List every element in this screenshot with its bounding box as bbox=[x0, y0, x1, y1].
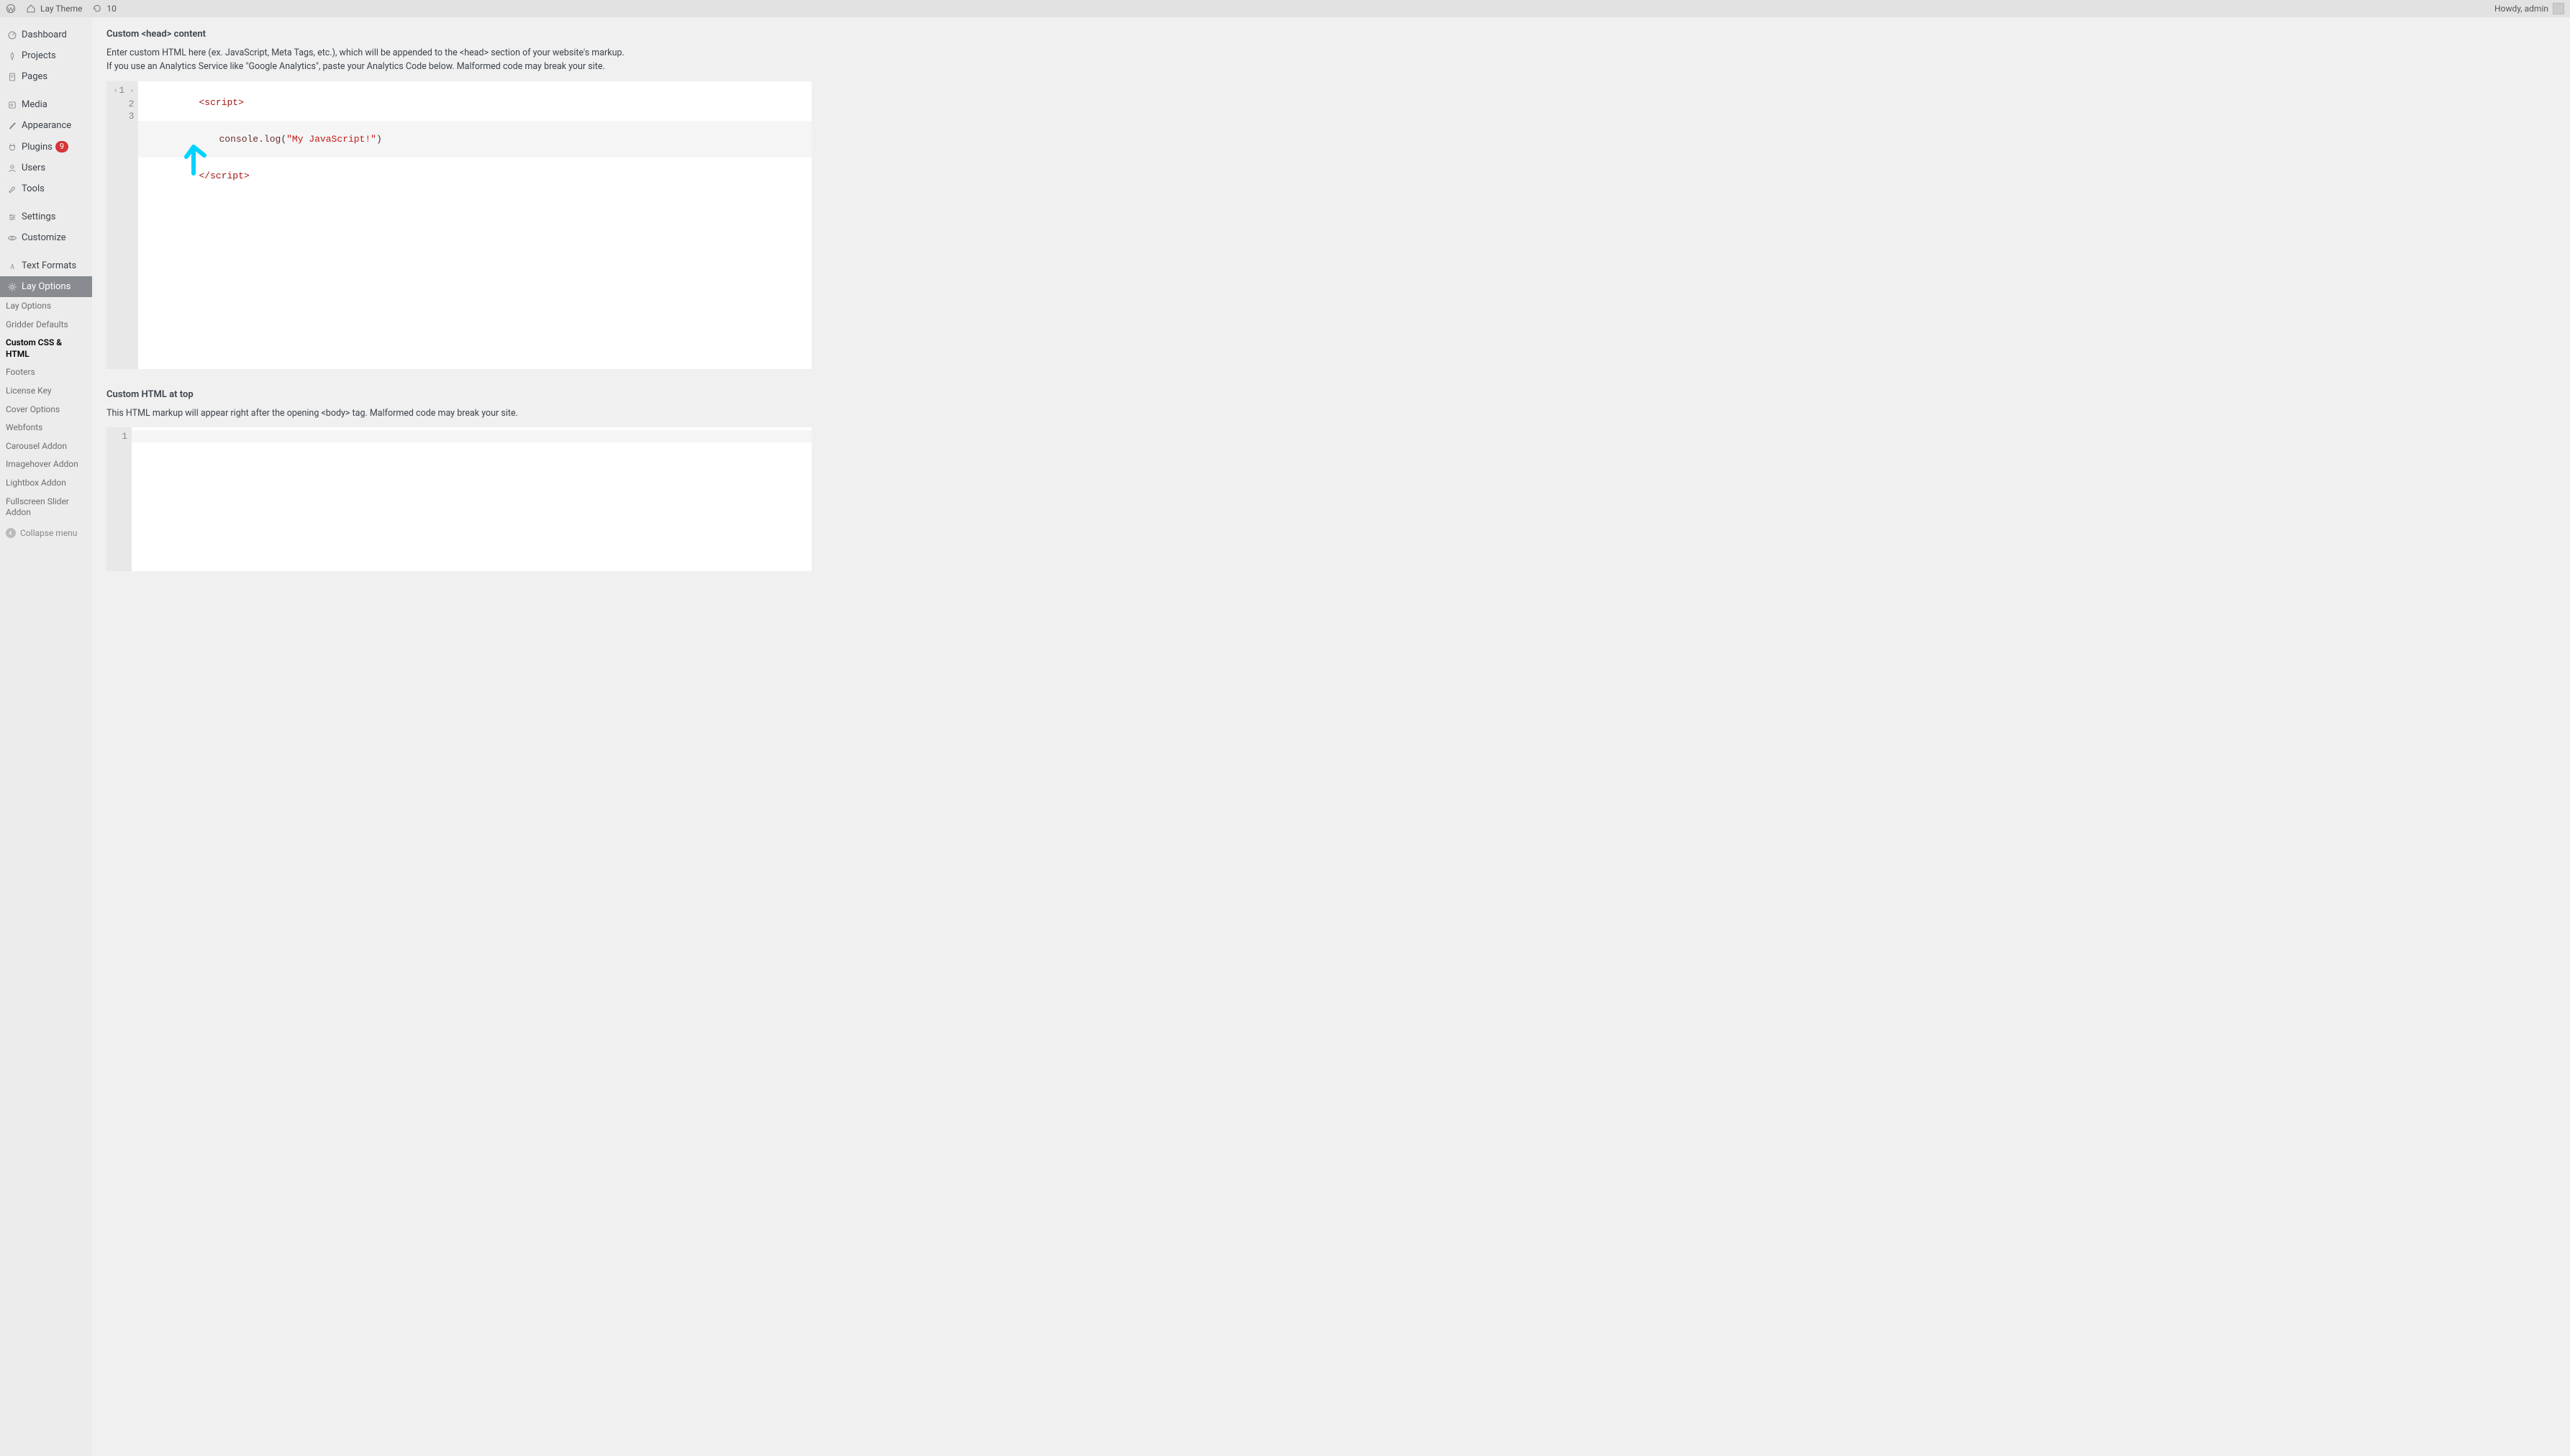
collapse-icon bbox=[6, 528, 16, 538]
submenu-item-gridder-defaults[interactable]: Gridder Defaults bbox=[0, 316, 92, 335]
gauge-icon bbox=[6, 30, 19, 40]
letter-a-icon: A bbox=[6, 261, 19, 271]
code-gutter-top: 1 bbox=[106, 427, 132, 571]
adminbar-update-count: 10 bbox=[106, 4, 117, 14]
brush-icon bbox=[6, 121, 19, 131]
page-icon bbox=[6, 72, 19, 82]
section-title-head: Custom <head> content bbox=[106, 29, 812, 40]
code-editor-head[interactable]: ⬍1 ▾ 2 3 <script> console.log("My JavaSc… bbox=[106, 81, 812, 369]
sidebar-item-label: Appearance bbox=[22, 120, 71, 131]
section-desc-head: Enter custom HTML here (ex. JavaScript, … bbox=[106, 47, 625, 74]
code-body-head[interactable]: <script> console.log("My JavaScript!") <… bbox=[138, 81, 812, 369]
avatar-icon bbox=[2553, 3, 2564, 14]
section-title-top: Custom HTML at top bbox=[106, 389, 812, 400]
svg-text:A: A bbox=[10, 263, 15, 270]
sidebar-item-customize[interactable]: Customize bbox=[0, 227, 92, 248]
main-content: Custom <head> content Enter custom HTML … bbox=[92, 17, 2570, 603]
sidebar-item-label: Lay Options bbox=[22, 281, 71, 292]
sliders-icon bbox=[6, 212, 19, 222]
code-gutter: ⬍1 ▾ 2 3 bbox=[106, 81, 138, 369]
sidebar-item-projects[interactable]: Projects bbox=[0, 45, 92, 66]
sidebar-item-lay-options[interactable]: Lay Options bbox=[0, 276, 92, 297]
submenu-item-custom-css-html[interactable]: Custom CSS & HTML bbox=[0, 334, 92, 363]
sidebar-main-menu: Dashboard Projects Pages Media Appearance Plu… bbox=[0, 17, 92, 297]
sidebar-item-label: Customize bbox=[22, 232, 66, 243]
sidebar-item-label: Users bbox=[22, 163, 45, 173]
section-custom-head: Custom <head> content Enter custom HTML … bbox=[106, 29, 812, 369]
admin-sidebar: Dashboard Projects Pages Media Appearance Plu… bbox=[0, 17, 92, 1456]
submenu-item-fullscreen-slider-addon[interactable]: Fullscreen Slider Addon bbox=[0, 493, 92, 522]
wordpress-icon bbox=[6, 4, 16, 14]
submenu-item-carousel-addon[interactable]: Carousel Addon bbox=[0, 437, 92, 456]
adminbar-right: Howdy, admin bbox=[2494, 3, 2564, 14]
adminbar-updates[interactable]: 10 bbox=[92, 4, 117, 14]
wp-admin-bar: Lay Theme 10 Howdy, admin bbox=[0, 0, 2570, 17]
sidebar-item-label: Pages bbox=[22, 71, 47, 82]
submenu-item-footers[interactable]: Footers bbox=[0, 363, 92, 382]
adminbar-site-name: Lay Theme bbox=[40, 4, 82, 14]
refresh-icon bbox=[92, 4, 102, 14]
sidebar-item-label: Tools bbox=[22, 183, 45, 194]
sidebar-item-label: Dashboard bbox=[22, 29, 67, 40]
sidebar-item-users[interactable]: Users bbox=[0, 158, 92, 178]
sidebar-item-label: Projects bbox=[22, 50, 56, 61]
section-custom-top: Custom HTML at top This HTML markup will… bbox=[106, 389, 812, 572]
pin-icon bbox=[6, 51, 19, 61]
submenu-item-cover-options[interactable]: Cover Options bbox=[0, 401, 92, 419]
update-badge: 9 bbox=[55, 141, 68, 153]
wp-logo[interactable] bbox=[6, 4, 16, 14]
user-icon bbox=[6, 163, 19, 173]
adminbar-left: Lay Theme 10 bbox=[6, 4, 117, 14]
adminbar-account[interactable]: Howdy, admin bbox=[2494, 3, 2564, 14]
sidebar-item-tools[interactable]: Tools bbox=[0, 178, 92, 199]
submenu-item-webfonts[interactable]: Webfonts bbox=[0, 419, 92, 437]
wrench-icon bbox=[6, 184, 19, 194]
sidebar-item-appearance[interactable]: Appearance bbox=[0, 115, 92, 136]
submenu-item-license-key[interactable]: License Key bbox=[0, 382, 92, 401]
submenu-item-lightbox-addon[interactable]: Lightbox Addon bbox=[0, 474, 92, 493]
eye-icon bbox=[6, 233, 19, 243]
sidebar-item-media[interactable]: Media bbox=[0, 94, 92, 115]
sidebar-item-pages[interactable]: Pages bbox=[0, 66, 92, 87]
code-body-top[interactable] bbox=[132, 427, 812, 571]
section-desc-top: This HTML markup will appear right after… bbox=[106, 407, 625, 421]
sidebar-submenu: Lay OptionsGridder DefaultsCustom CSS & … bbox=[0, 297, 92, 522]
plug-icon bbox=[6, 142, 19, 152]
sidebar-item-plugins[interactable]: Plugins9 bbox=[0, 136, 92, 158]
collapse-label: Collapse menu bbox=[20, 528, 77, 538]
sidebar-item-label: Media bbox=[22, 99, 47, 110]
submenu-item-imagehover-addon[interactable]: Imagehover Addon bbox=[0, 455, 92, 474]
submenu-item-lay-options[interactable]: Lay Options bbox=[0, 297, 92, 316]
sidebar-item-dashboard[interactable]: Dashboard bbox=[0, 24, 92, 45]
collapse-menu-button[interactable]: Collapse menu bbox=[0, 522, 92, 544]
sidebar-item-text-formats[interactable]: A Text Formats bbox=[0, 255, 92, 276]
home-icon bbox=[26, 4, 36, 14]
media-icon bbox=[6, 100, 19, 110]
adminbar-greeting: Howdy, admin bbox=[2494, 4, 2548, 14]
sidebar-item-label: Settings bbox=[22, 211, 55, 222]
adminbar-site-link[interactable]: Lay Theme bbox=[26, 4, 82, 14]
gear-icon bbox=[6, 282, 19, 292]
sidebar-item-label: Plugins bbox=[22, 142, 53, 153]
sidebar-item-label: Text Formats bbox=[22, 260, 76, 271]
code-editor-top[interactable]: 1 bbox=[106, 427, 812, 571]
sidebar-item-settings[interactable]: Settings bbox=[0, 206, 92, 227]
